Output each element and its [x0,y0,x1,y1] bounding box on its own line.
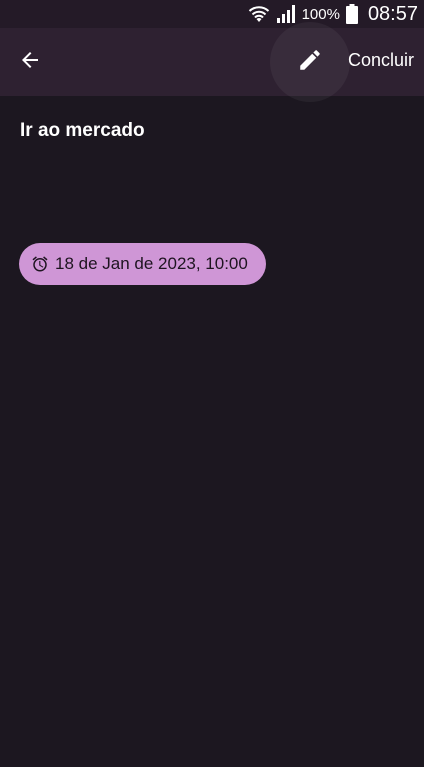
note-title: Ir ao mercado [20,120,145,141]
edit-button[interactable] [270,22,350,102]
wifi-icon [248,4,270,24]
done-button[interactable]: Concluir [348,50,414,71]
status-bar: 100% 08:57 [0,0,424,28]
app-bar: Concluir [0,22,424,102]
battery-icon [345,4,358,24]
alarm-icon [31,255,49,273]
pencil-icon [297,47,323,78]
reminder-chip[interactable]: 18 de Jan de 2023, 10:00 [19,243,266,285]
status-clock: 08:57 [367,2,418,25]
back-button[interactable] [10,42,50,82]
reminder-label: 18 de Jan de 2023, 10:00 [55,254,248,273]
arrow-left-icon [18,48,42,77]
signal-icon [276,4,296,24]
battery-percent: 100% [301,5,340,23]
